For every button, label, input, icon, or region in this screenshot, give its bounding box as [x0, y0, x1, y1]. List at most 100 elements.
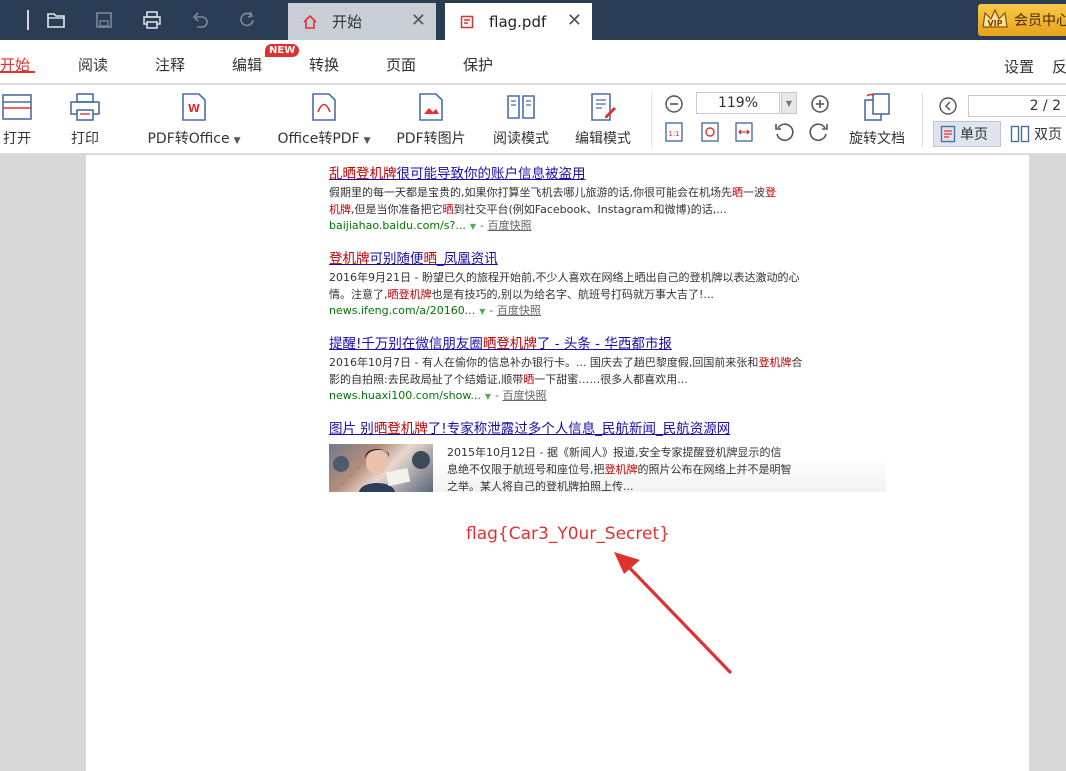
result-2-snapshot-link[interactable]: 百度快照: [497, 304, 541, 317]
result-1-title-highlight: 乱晒登机牌: [329, 166, 397, 182]
page-number-input[interactable]: 2 / 2: [968, 95, 1066, 117]
menu-read[interactable]: 阅读: [78, 54, 108, 75]
menu-edit[interactable]: 编辑: [232, 54, 262, 75]
rotate-document-label: 旋转文档: [849, 131, 905, 147]
double-page-label: 双页: [1034, 127, 1062, 143]
pdf-to-word-icon: W: [177, 90, 211, 124]
red-arrow-annotation: [614, 552, 732, 674]
single-page-button[interactable]: 单页: [933, 121, 1001, 147]
menu-annotate[interactable]: 注释: [155, 54, 185, 75]
result-1-description: 假期里的每一天都是宝贵的,如果你打算坐飞机去哪儿旅游的话,你很可能会在机场先晒一…: [329, 186, 776, 216]
svg-text:W: W: [188, 102, 200, 115]
double-page-icon: [1010, 125, 1030, 143]
open-folder-icon[interactable]: [44, 8, 68, 32]
rotate-right-icon[interactable]: [808, 121, 830, 143]
ribbon-toolbar: 打开 打印 W PDF转Office ▼ Office转PDF ▼ PDF转图片 阅…: [0, 85, 1066, 154]
toolbar-separator: [651, 93, 652, 147]
menu-page[interactable]: 页面: [386, 54, 416, 75]
result-1-snapshot-link[interactable]: 百度快照: [488, 219, 532, 232]
close-icon[interactable]: ✕: [567, 12, 582, 30]
edit-mode-label: 编辑模式: [575, 131, 631, 147]
dropdown-triangle-icon[interactable]: ▼: [479, 307, 485, 316]
pdf-to-image-label: PDF转图片: [396, 131, 466, 147]
vip-center-button[interactable]: VIP 会员中心: [978, 4, 1066, 36]
result-1-title-text: 很可能导致你的账户信息被盗用: [396, 166, 586, 182]
result-3-description: 2016年10月7日 - 有人在偷你的信息补办银行卡。... 国庆去了趟巴黎度假…: [329, 356, 803, 386]
redo-icon[interactable]: [236, 8, 260, 32]
edit-document-icon: [586, 90, 620, 124]
actual-size-icon[interactable]: 1:1: [663, 121, 685, 143]
save-icon[interactable]: [92, 8, 116, 32]
search-result-2: 登机牌可别随便晒_凤凰资讯 2016年9月21日 - 盼望已久的旅程开始前,不少…: [329, 250, 809, 319]
result-1-url-text: baijiahao.baidu.com/s?...: [329, 219, 466, 232]
menu-convert[interactable]: 转换: [309, 54, 339, 75]
open-label: 打开: [3, 131, 31, 147]
rotate-document-icon: [860, 90, 894, 124]
previous-page-icon[interactable]: [937, 95, 959, 117]
fit-width-icon[interactable]: [733, 121, 755, 143]
pdf-to-image-icon: [414, 90, 448, 124]
pdf-file-icon: [459, 14, 475, 30]
result-3-snapshot-link[interactable]: 百度快照: [502, 389, 546, 402]
single-page-icon: [940, 125, 956, 143]
result-4-title[interactable]: 图片 别晒登机牌了!专家称泄露过多个人信息_民航新闻_民航资源网: [329, 420, 809, 438]
result-3-title[interactable]: 提醒!千万别在微信朋友圈晒登机牌了 - 头条 - 华西都市报: [329, 335, 809, 353]
toolbar-separator: [922, 93, 923, 147]
dropdown-caret-icon: ▼: [233, 136, 241, 146]
print-button[interactable]: 打印: [68, 90, 102, 148]
pdf-to-office-button[interactable]: W PDF转Office ▼: [142, 90, 246, 148]
read-mode-button[interactable]: 阅读模式: [491, 90, 551, 148]
zoom-level-input[interactable]: 119%: [696, 92, 780, 114]
active-menu-underline: [0, 71, 35, 73]
pdf-to-image-button[interactable]: PDF转图片: [395, 90, 467, 148]
dropdown-triangle-icon[interactable]: ▼: [470, 222, 476, 231]
menu-bar: 开始 阅读 注释 编辑 转换 页面 保护 设置 反: [0, 40, 1066, 84]
result-3-url: news.huaxi100.com/show... ▼ - 百度快照: [329, 389, 547, 402]
office-to-pdf-label: Office转PDF: [277, 131, 360, 147]
single-page-label: 单页: [960, 127, 988, 143]
undo-icon[interactable]: [188, 8, 212, 32]
zoom-dropdown-icon[interactable]: ▼: [781, 92, 797, 114]
result-4-description: 2015年10月12日 - 据《新闻人》报道,安全专家提醒登机牌显示的信息绝不仅…: [447, 446, 792, 493]
fit-page-icon[interactable]: [699, 121, 721, 143]
open-file-icon: [0, 90, 34, 124]
tab-flag-pdf[interactable]: flag.pdf ✕: [445, 3, 592, 40]
double-page-button[interactable]: 双页: [1007, 121, 1066, 147]
search-result-1: 乱晒登机牌很可能导致你的账户信息被盗用 假期里的每一天都是宝贵的,如果你打算坐飞…: [329, 165, 809, 234]
read-mode-label: 阅读模式: [493, 131, 549, 147]
menu-protect[interactable]: 保护: [463, 54, 493, 75]
close-icon[interactable]: ✕: [411, 12, 426, 30]
edit-mode-button[interactable]: 编辑模式: [573, 90, 633, 148]
result-1-url: baijiahao.baidu.com/s?... ▼ - 百度快照: [329, 219, 532, 232]
office-to-pdf-button[interactable]: Office转PDF ▼: [274, 90, 374, 148]
new-badge: NEW: [265, 44, 300, 57]
menu-feedback[interactable]: 反: [1052, 56, 1066, 77]
print-icon[interactable]: [140, 8, 164, 32]
dropdown-caret-icon: ▼: [363, 136, 371, 146]
result-3-url-text: news.huaxi100.com/show...: [329, 389, 481, 402]
result-2-description: 2016年9月21日 - 盼望已久的旅程开始前,不少人喜欢在网络上晒出自己的登机…: [329, 271, 800, 301]
result-2-url-text: news.ifeng.com/a/20160...: [329, 304, 476, 317]
rotate-document-button[interactable]: 旋转文档: [847, 90, 907, 148]
result-1-title[interactable]: 乱晒登机牌很可能导致你的账户信息被盗用: [329, 165, 809, 183]
zoom-out-icon[interactable]: [663, 93, 685, 115]
pdf-to-office-label: PDF转Office: [147, 131, 230, 147]
search-result-4: 图片 别晒登机牌了!专家称泄露过多个人信息_民航新闻_民航资源网: [329, 420, 809, 438]
open-button[interactable]: 打开: [0, 90, 34, 148]
svg-text:1:1: 1:1: [668, 130, 679, 138]
tab-home[interactable]: 开始 ✕: [288, 3, 436, 40]
title-separator: [27, 10, 29, 30]
vip-center-label: 会员中心: [1014, 13, 1066, 29]
print-label: 打印: [71, 131, 99, 147]
book-icon: [504, 90, 538, 124]
tab-home-label: 开始: [332, 13, 363, 31]
zoom-in-icon[interactable]: [809, 93, 831, 115]
menu-settings[interactable]: 设置: [1004, 56, 1034, 77]
title-bar: 开始 ✕ flag.pdf ✕ VIP 会员中心: [0, 0, 1066, 40]
result-2-title[interactable]: 登机牌可别随便晒_凤凰资讯: [329, 250, 809, 268]
tab-flag-pdf-label: flag.pdf: [489, 12, 547, 31]
rotate-left-icon[interactable]: [773, 121, 795, 143]
search-result-3: 提醒!千万别在微信朋友圈晒登机牌了 - 头条 - 华西都市报 2016年10月7…: [329, 335, 809, 404]
dropdown-triangle-icon[interactable]: ▼: [485, 392, 491, 401]
result-4-thumbnail[interactable]: [329, 444, 433, 492]
